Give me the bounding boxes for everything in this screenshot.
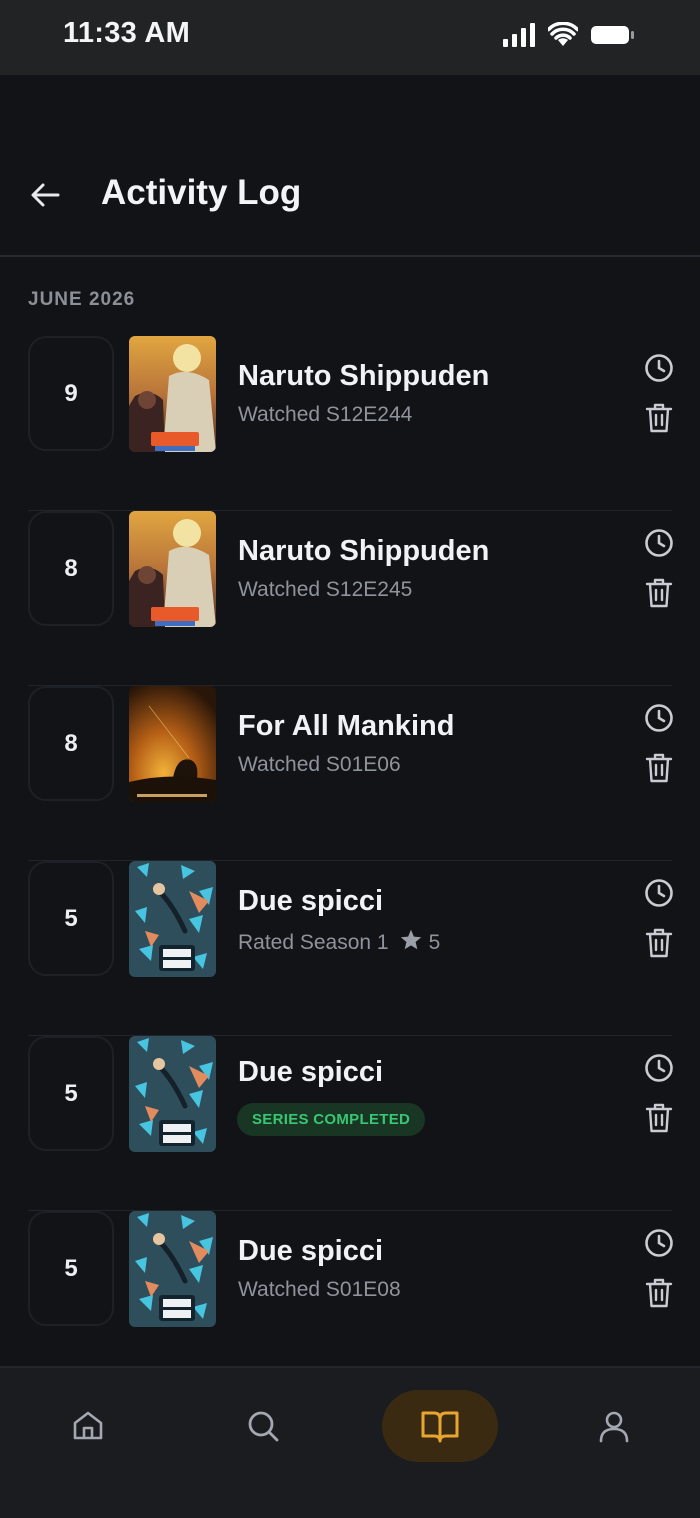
entry-subtitle: Watched S12E245 [238,578,413,601]
arrow-left-icon[interactable] [28,177,64,213]
day-number: 5 [28,1036,114,1151]
activity-row[interactable]: 5 Due spicci Rated Season 1 5 [0,861,700,1036]
page-title: Activity Log [101,173,302,212]
trash-icon[interactable] [644,1102,674,1134]
day-number: 5 [28,861,114,976]
rating-value: 5 [428,931,441,954]
day-number: 9 [28,336,114,451]
nav-profile[interactable] [556,1390,672,1462]
wifi-icon [548,22,578,46]
signal-icon [503,23,535,47]
trash-icon[interactable] [644,402,674,434]
trash-icon[interactable] [644,577,674,609]
day-number: 8 [28,511,114,626]
entry-title: Naruto Shippuden [238,535,490,567]
user-icon [599,1411,629,1443]
battery-icon [591,26,634,44]
entry-subtitle: Rated Season 1 5 [238,928,440,955]
trash-icon[interactable] [644,752,674,784]
clock-icon[interactable] [643,702,675,734]
entry-subtitle: Watched S01E06 [238,753,401,776]
status-icons [502,22,642,50]
entry-title: Due spicci [238,885,384,917]
bottom-nav [0,1366,700,1518]
entry-title: For All Mankind [238,710,455,742]
day-number: 5 [28,1211,114,1326]
clock-icon[interactable] [643,1227,675,1259]
clock-icon[interactable] [643,352,675,384]
activity-row[interactable]: 8 For All Mankind Watched S01E06 [0,686,700,861]
poster-naruto [129,336,216,452]
status-time: 11:33 AM [63,17,191,49]
nav-library[interactable] [382,1390,498,1462]
activity-row[interactable]: 5 Due spicci SERIES COMPLETED [0,1036,700,1211]
status-bar: 11:33 AM [0,0,700,75]
rating-label: Rated Season 1 [238,931,389,954]
day-number: 8 [28,686,114,801]
clock-icon[interactable] [643,877,675,909]
clock-icon[interactable] [643,1052,675,1084]
poster-naruto [129,511,216,627]
nav-search[interactable] [205,1390,321,1462]
trash-icon[interactable] [644,927,674,959]
star-icon [400,929,421,950]
nav-home[interactable] [30,1390,146,1462]
activity-row[interactable]: 9 Naruto Shippuden Watched S12E244 [0,336,700,511]
poster-due-spicci [129,861,216,977]
book-open-icon [421,1411,459,1443]
clock-icon[interactable] [643,527,675,559]
trash-icon[interactable] [644,1277,674,1309]
entry-title: Due spicci [238,1235,384,1267]
home-icon [73,1411,103,1440]
search-icon [248,1411,279,1442]
entry-title: Naruto Shippuden [238,360,490,392]
entry-subtitle: Watched S01E08 [238,1278,401,1301]
month-label: JUNE 2026 [28,289,136,310]
entry-subtitle: Watched S12E244 [238,403,413,426]
header: Activity Log [0,75,700,257]
poster-due-spicci [129,1036,216,1152]
activity-row[interactable]: 5 Due spicci Watched S01E08 [0,1211,700,1386]
poster-due-spicci [129,1211,216,1327]
poster-for-all-mankind [129,686,216,802]
entry-title: Due spicci [238,1056,384,1088]
activity-row[interactable]: 8 Naruto Shippuden Watched S12E245 [0,511,700,686]
series-completed-badge: SERIES COMPLETED [237,1103,426,1136]
